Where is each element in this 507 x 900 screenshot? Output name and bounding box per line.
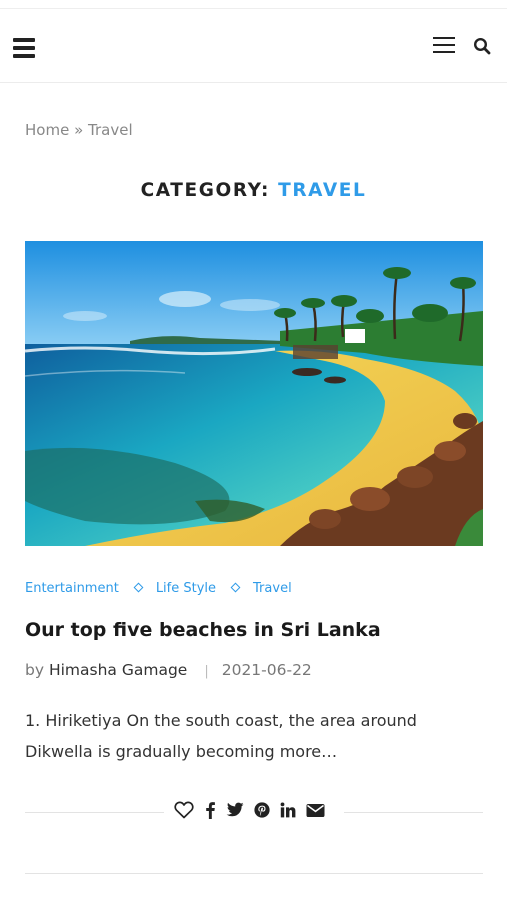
site-header bbox=[0, 0, 507, 83]
breadcrumb-home-link[interactable]: Home bbox=[25, 121, 69, 139]
breadcrumb: Home » Travel bbox=[25, 121, 133, 139]
share-divider-left bbox=[25, 812, 164, 813]
category-separator-icon bbox=[133, 582, 144, 593]
linkedin-icon[interactable] bbox=[280, 802, 296, 822]
post-categories: Entertainment Life Style Travel bbox=[25, 581, 292, 596]
page-title-prefix: CATEGORY: bbox=[140, 180, 279, 201]
post-featured-image[interactable] bbox=[25, 241, 483, 546]
post-meta: by Himasha Gamage | 2021-06-22 bbox=[25, 661, 312, 679]
email-icon[interactable] bbox=[306, 803, 325, 822]
meta-divider: | bbox=[204, 664, 209, 679]
heart-icon[interactable] bbox=[174, 801, 194, 823]
post-bottom-divider bbox=[25, 873, 483, 874]
breadcrumb-current: Travel bbox=[88, 121, 133, 139]
page-title-category: TRAVEL bbox=[278, 180, 367, 201]
author-link[interactable]: Himasha Gamage bbox=[49, 661, 187, 679]
category-link-entertainment[interactable]: Entertainment bbox=[25, 581, 119, 596]
share-divider-right bbox=[344, 812, 483, 813]
category-separator-icon bbox=[230, 582, 241, 593]
search-icon[interactable] bbox=[473, 37, 491, 55]
page-title: CATEGORY: TRAVEL bbox=[0, 180, 507, 201]
hamburger-menu-icon[interactable] bbox=[433, 37, 455, 55]
breadcrumb-separator: » bbox=[74, 121, 84, 139]
pinterest-icon[interactable] bbox=[254, 802, 270, 822]
category-link-life-style[interactable]: Life Style bbox=[156, 581, 216, 596]
share-bar bbox=[174, 801, 335, 823]
category-link-travel[interactable]: Travel bbox=[253, 581, 292, 596]
header-top-divider bbox=[0, 8, 507, 9]
post-date: 2021-06-22 bbox=[221, 661, 312, 679]
facebook-icon[interactable] bbox=[204, 801, 216, 823]
hamburger-menu-icon[interactable] bbox=[13, 38, 35, 58]
post-excerpt: 1. Hiriketiya On the south coast, the ar… bbox=[25, 711, 417, 761]
author-prefix: by bbox=[25, 661, 45, 679]
twitter-icon[interactable] bbox=[226, 802, 244, 822]
post-title[interactable]: Our top five beaches in Sri Lanka bbox=[25, 619, 381, 641]
